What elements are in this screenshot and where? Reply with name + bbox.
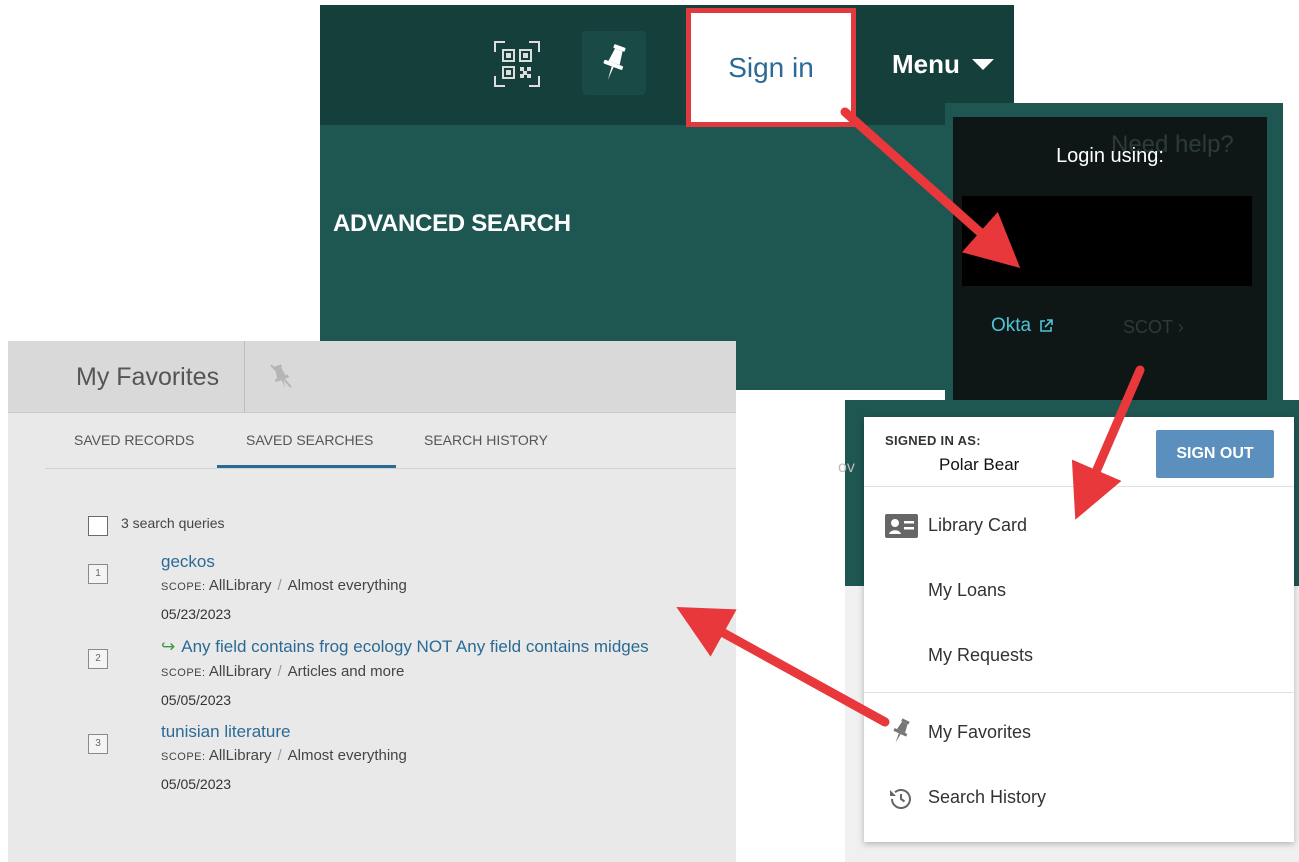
header-divider <box>244 341 245 412</box>
pin-favorites-button[interactable] <box>582 31 646 95</box>
qr-code-icon[interactable] <box>493 40 541 88</box>
query-link-2[interactable]: ↪ Any field contains frog ecology NOT Any… <box>161 637 649 657</box>
menu-item-my-requests[interactable]: My Requests <box>928 645 1033 666</box>
background-text: ov <box>838 459 855 476</box>
user-name: Polar Bear <box>939 455 1020 474</box>
select-all-checkbox[interactable] <box>88 516 108 536</box>
tabs-baseline <box>45 468 736 469</box>
okta-login-link[interactable]: Okta <box>991 315 1053 337</box>
unpin-icon[interactable] <box>266 361 296 391</box>
menu-divider <box>864 486 1294 487</box>
menu-item-my-favorites[interactable]: My Favorites <box>928 722 1031 743</box>
query-date-3: 05/05/2023 <box>161 776 232 792</box>
advanced-search-heading: ADVANCED SEARCH <box>333 210 571 237</box>
sign-in-label: Sign in <box>728 51 814 83</box>
login-redacted-area <box>962 196 1252 286</box>
user-menu: SIGNED IN AS: Polar Bear SIGN OUT Librar… <box>864 417 1294 842</box>
query-scope-2: SCOPE: AllLibrary / Articles and more <box>161 663 405 680</box>
login-ghost-link: SCOT › <box>1123 317 1184 337</box>
menu-divider-2 <box>864 692 1294 693</box>
query-link-3[interactable]: tunisian literature <box>161 722 290 742</box>
history-icon <box>888 786 914 817</box>
okta-label: Okta <box>991 315 1032 336</box>
header-panel: Sign in Menu ADVANCED SEARCH <box>320 5 1014 390</box>
advanced-query-icon: ↪ <box>161 637 176 656</box>
sign-in-button[interactable]: Sign in <box>686 8 856 127</box>
pin-icon <box>888 717 914 750</box>
favorites-title: My Favorites <box>76 363 220 391</box>
caret-down-icon <box>971 58 994 70</box>
query-scope-3: SCOPE: AllLibrary / Almost everything <box>161 747 407 764</box>
favorites-panel: My Favorites SAVED RECORDS SAVED SEARCHE… <box>8 341 736 862</box>
menu-item-library-card[interactable]: Library Card <box>928 515 1027 536</box>
query-scope-1: SCOPE: AllLibrary / Almost everything <box>161 577 407 594</box>
tab-saved-records[interactable]: SAVED RECORDS <box>74 432 194 448</box>
active-tab-indicator <box>217 465 396 468</box>
query-select-1[interactable]: 1 <box>88 564 108 584</box>
query-date-2: 05/05/2023 <box>161 692 232 708</box>
external-link-icon <box>1040 319 1053 332</box>
tab-search-history[interactable]: SEARCH HISTORY <box>424 432 548 448</box>
menu-label: Menu <box>892 49 960 79</box>
sign-out-button[interactable]: SIGN OUT <box>1156 430 1274 478</box>
menu-item-my-loans[interactable]: My Loans <box>928 580 1006 601</box>
login-popup: Need help? Login using: Okta SCOT › <box>953 117 1267 402</box>
query-select-3[interactable]: 3 <box>88 734 108 754</box>
tab-saved-searches[interactable]: SAVED SEARCHES <box>246 432 373 448</box>
signed-in-label: SIGNED IN AS: <box>885 433 981 448</box>
query-link-1[interactable]: geckos <box>161 552 215 572</box>
menu-button[interactable]: Menu <box>892 49 994 80</box>
pin-icon <box>603 44 626 80</box>
id-card-icon <box>885 514 918 543</box>
query-select-2[interactable]: 2 <box>88 649 108 669</box>
menu-item-search-history[interactable]: Search History <box>928 787 1046 808</box>
login-title: Login using: <box>1056 145 1164 167</box>
query-count: 3 search queries <box>121 515 225 531</box>
query-date-1: 05/23/2023 <box>161 606 232 622</box>
